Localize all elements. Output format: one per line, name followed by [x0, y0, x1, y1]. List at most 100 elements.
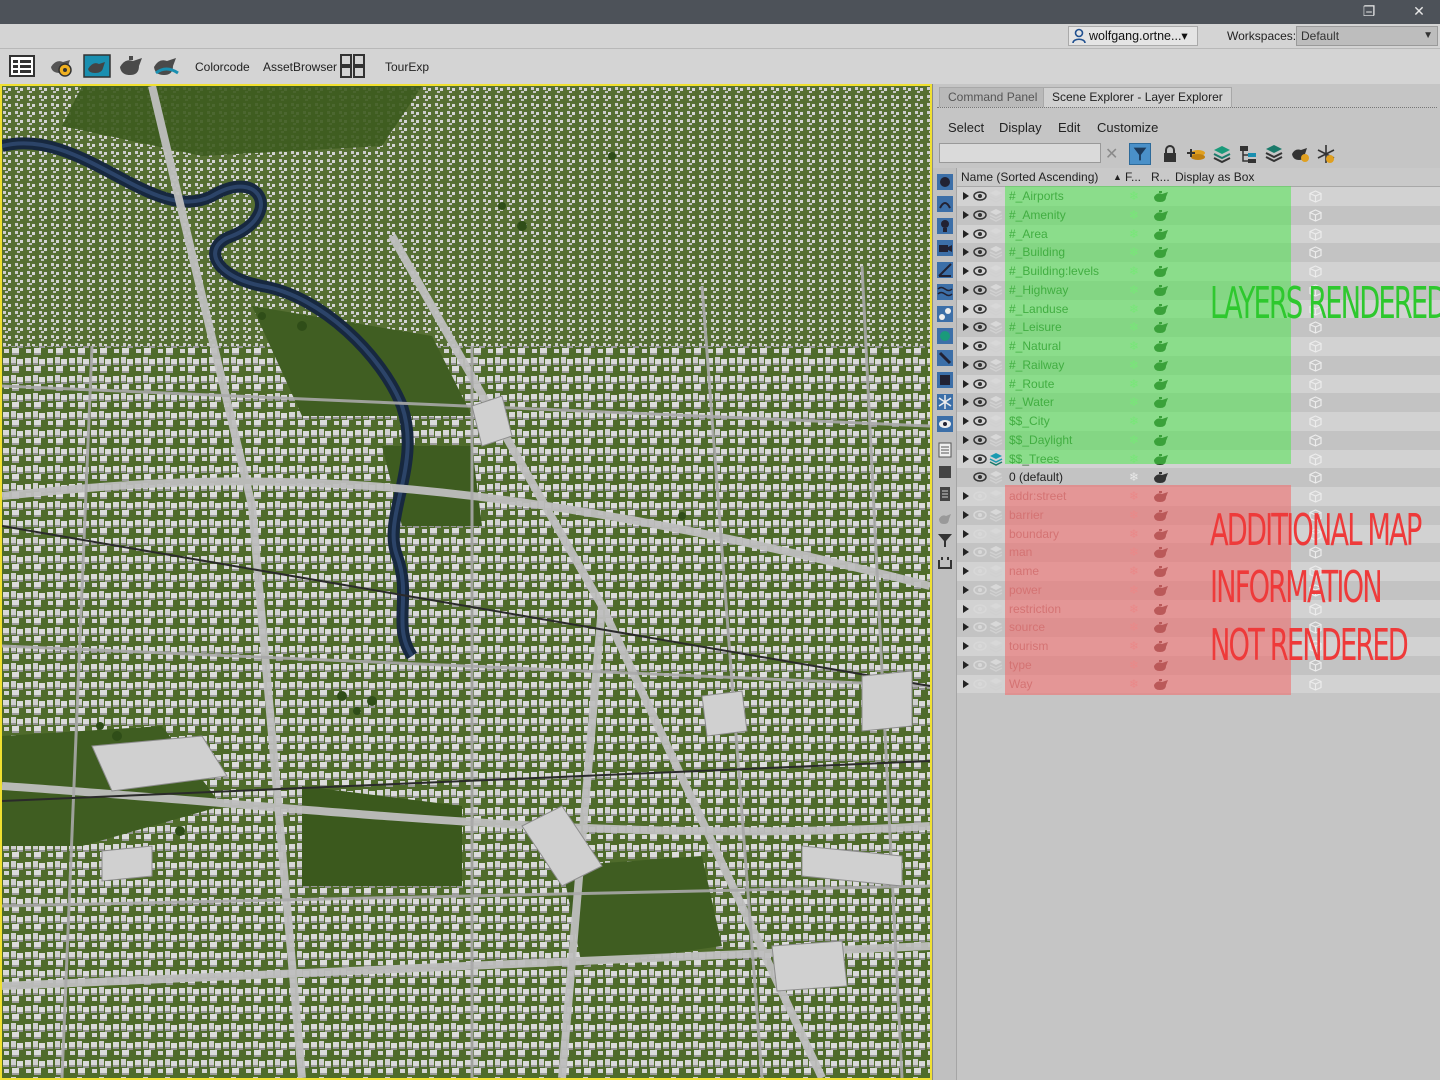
layer-name[interactable]: $$_Trees: [1009, 452, 1059, 466]
layers-stack-icon[interactable]: [1211, 143, 1233, 165]
layer-name[interactable]: name: [1009, 564, 1039, 578]
freeze-icon[interactable]: ❄: [1129, 470, 1139, 484]
expand-arrow-icon[interactable]: [963, 398, 969, 407]
helper-filter-icon[interactable]: [937, 262, 953, 278]
visibility-eye-icon[interactable]: [973, 247, 987, 257]
scene-list-icon[interactable]: [8, 53, 36, 79]
layer-name[interactable]: Way: [1009, 677, 1033, 691]
spacewarp-filter-icon[interactable]: [937, 284, 953, 300]
user-account-dropdown[interactable]: wolfgang.ortne...▾: [1068, 26, 1198, 46]
freeze-icon[interactable]: ❄: [1129, 658, 1139, 672]
visibility-eye-icon[interactable]: [973, 397, 987, 407]
layer-row[interactable]: #_Natural ❄: [957, 337, 1440, 356]
expand-arrow-icon[interactable]: [963, 529, 969, 538]
display-as-box-icon[interactable]: [1309, 490, 1322, 503]
freeze-icon[interactable]: ❄: [1129, 283, 1139, 297]
layer-row[interactable]: #_Area ❄: [957, 224, 1440, 244]
column-display-as-box[interactable]: Display as Box: [1175, 170, 1254, 184]
renderable-teapot-icon[interactable]: [1153, 603, 1169, 616]
renderable-teapot-icon[interactable]: [1153, 228, 1169, 241]
search-input[interactable]: [939, 143, 1101, 163]
viewport-3d[interactable]: [0, 84, 932, 1080]
visibility-eye-icon[interactable]: [973, 547, 987, 557]
freeze-icon[interactable]: ❄: [1129, 620, 1139, 634]
shape-filter-icon[interactable]: [937, 196, 953, 212]
freeze-icon[interactable]: ❄: [1129, 395, 1139, 409]
visibility-eye-icon[interactable]: [973, 603, 987, 614]
frozen-filter-icon[interactable]: [937, 394, 953, 410]
layer-name[interactable]: barrier: [1009, 508, 1044, 522]
expand-arrow-icon[interactable]: [963, 679, 969, 688]
solid-box-icon[interactable]: [937, 464, 953, 480]
menu-edit[interactable]: Edit: [1058, 120, 1080, 135]
expand-arrow-icon[interactable]: [963, 379, 969, 388]
renderable-teapot-icon[interactable]: [1153, 396, 1169, 409]
renderable-teapot-icon[interactable]: [1153, 340, 1169, 353]
visibility-eye-icon[interactable]: [973, 660, 987, 670]
freeze-icon[interactable]: ❄: [1129, 264, 1139, 278]
renderable-teapot-icon[interactable]: [1153, 678, 1169, 691]
expand-arrow-icon[interactable]: [963, 229, 969, 238]
bracket-icon[interactable]: [937, 554, 953, 570]
renderable-teapot-icon[interactable]: [1153, 246, 1169, 259]
display-as-box-icon[interactable]: [1309, 265, 1322, 278]
display-as-box-icon[interactable]: [1309, 209, 1322, 222]
freeze-icon[interactable]: ❄: [1129, 545, 1139, 559]
layer-name[interactable]: #_Highway: [1009, 283, 1068, 297]
layer-row[interactable]: #_Airports ❄: [957, 187, 1440, 206]
display-as-box-icon[interactable]: [1309, 359, 1322, 372]
layer-row[interactable]: $$_Trees ❄: [957, 449, 1440, 469]
layer-name[interactable]: $$_City: [1009, 414, 1050, 428]
freeze-icon[interactable]: ❄: [1129, 320, 1139, 334]
document-icon[interactable]: [937, 486, 953, 502]
freeze-icon[interactable]: ❄: [1129, 208, 1139, 222]
visibility-eye-icon[interactable]: [973, 191, 987, 201]
layer-row[interactable]: addr:street ❄: [957, 487, 1440, 506]
layer-row[interactable]: Way ❄: [957, 674, 1440, 694]
expand-arrow-icon[interactable]: [963, 360, 969, 369]
hierarchy-icon[interactable]: [1237, 143, 1259, 165]
layer-name[interactable]: #_Building: [1009, 245, 1065, 259]
display-as-box-icon[interactable]: [1309, 246, 1322, 259]
menu-customize[interactable]: Customize: [1097, 120, 1158, 135]
renderable-teapot-icon[interactable]: [1153, 565, 1169, 578]
freeze-icon[interactable]: ❄: [1129, 677, 1139, 691]
layer-name[interactable]: $$_Daylight: [1009, 433, 1072, 447]
layer-name[interactable]: #_Building:levels: [1009, 264, 1099, 278]
visibility-eye-icon[interactable]: [973, 322, 987, 332]
layer-name[interactable]: man: [1009, 545, 1032, 559]
layer-name[interactable]: power: [1009, 583, 1042, 597]
geometry-filter-icon[interactable]: [937, 174, 953, 190]
bone-filter-icon[interactable]: [937, 350, 953, 366]
layer-name[interactable]: 0 (default): [1009, 470, 1063, 484]
display-as-box-icon[interactable]: [1309, 415, 1322, 428]
group-filter-icon[interactable]: [937, 306, 953, 322]
restore-button[interactable]: ❐: [1346, 0, 1392, 24]
layer-name[interactable]: #_Landuse: [1009, 302, 1068, 316]
list-filter-icon[interactable]: [937, 442, 953, 458]
layer-row[interactable]: $$_Daylight ❄: [957, 430, 1440, 450]
freeze-icon[interactable]: ❄: [1129, 452, 1139, 466]
render-setup-icon[interactable]: [48, 53, 76, 79]
lock-icon[interactable]: [1159, 143, 1181, 165]
visibility-eye-icon[interactable]: [973, 210, 987, 220]
layer-name[interactable]: #_Area: [1009, 227, 1048, 241]
light-filter-icon[interactable]: [937, 218, 953, 234]
freeze-icon[interactable]: ❄: [1129, 358, 1139, 372]
visibility-eye-icon[interactable]: [973, 360, 987, 370]
freeze-icon[interactable]: ❄: [1129, 227, 1139, 241]
clear-search-icon[interactable]: ✕: [1105, 144, 1118, 163]
renderable-teapot-icon[interactable]: [1153, 584, 1169, 597]
expand-arrow-icon[interactable]: [963, 210, 969, 219]
display-as-box-icon[interactable]: [1309, 396, 1322, 409]
visibility-eye-icon[interactable]: [973, 472, 987, 482]
menu-select[interactable]: Select: [948, 120, 984, 135]
visibility-eye-icon[interactable]: [973, 528, 987, 539]
freeze-icon[interactable]: ❄: [1129, 639, 1139, 653]
display-as-box-icon[interactable]: [1309, 677, 1322, 691]
tab-scene-explorer[interactable]: Scene Explorer - Layer Explorer: [1043, 87, 1232, 107]
layer-row[interactable]: #_Building ❄: [957, 243, 1440, 262]
layer-name[interactable]: #_Water: [1009, 395, 1054, 409]
renderable-teapot-icon[interactable]: [1153, 528, 1169, 541]
layer-name[interactable]: #_Railway: [1009, 358, 1064, 372]
